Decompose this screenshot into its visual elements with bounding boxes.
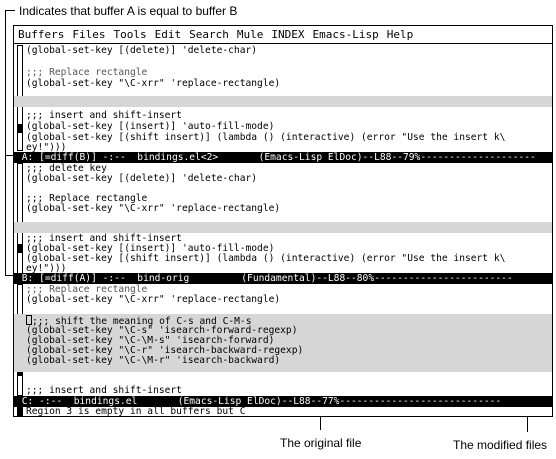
menu-files[interactable]: Files [72, 26, 105, 43]
code-line: ;;; Replace rectangle [26, 67, 148, 78]
emacs-window: Buffers Files Tools Edit Search Mule IND… [13, 25, 553, 417]
menu-help[interactable]: Help [387, 26, 414, 43]
annotation-original-file: The original file [280, 436, 362, 450]
menu-edit[interactable]: Edit [155, 26, 182, 43]
menu-index[interactable]: INDEX [271, 26, 304, 43]
code-line: (global-set-key [(insert)] 'auto-fill-mo… [26, 121, 275, 132]
modeline-b: B: [=diff(A)] -:-- bind-orig (Fundamenta… [14, 273, 552, 284]
menu-buffers[interactable]: Buffers [18, 26, 64, 43]
echo-area: Region 3 is empty in all buffers but C [26, 406, 246, 417]
modeline-a: A: [=diff(B)] -:-- bindings.el<2> (Emacs… [14, 152, 552, 163]
menu-search[interactable]: Search [189, 26, 229, 43]
code-line: (global-set-key "\C-xrr" 'replace-rectan… [26, 78, 281, 89]
menu-bar: Buffers Files Tools Edit Search Mule IND… [14, 26, 552, 44]
code-line: ;;; insert and shift-insert [26, 385, 182, 396]
leader-line [5, 10, 15, 11]
annotation-modified-files: The modified files [453, 438, 548, 452]
menu-emacs-lisp[interactable]: Emacs-Lisp [312, 26, 378, 43]
leader-line [5, 10, 6, 275]
menu-tools[interactable]: Tools [113, 26, 146, 43]
menu-mule[interactable]: Mule [237, 26, 264, 43]
code-line: ;;; insert and shift-insert [26, 110, 182, 121]
code-line: (global-set-key [(delete)] 'delete-char) [26, 45, 258, 56]
annotation-buffer-equal: Indicates that buffer A is equal to buff… [19, 4, 238, 18]
